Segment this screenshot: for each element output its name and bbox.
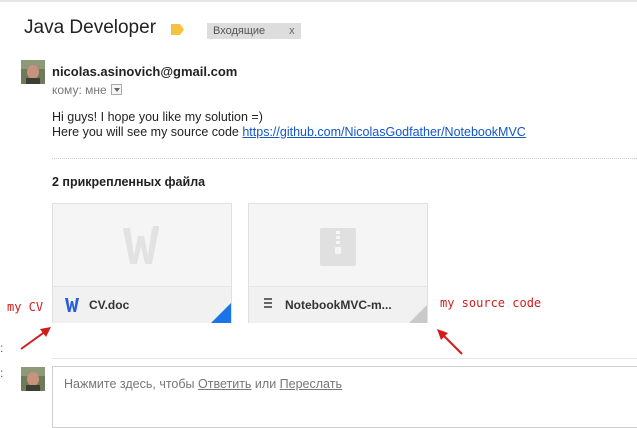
annotation-my-cv: my CV [7, 300, 44, 314]
user-avatar [21, 367, 45, 391]
attachment-filename: CV.doc [89, 298, 130, 312]
attachment-card-cv[interactable]: CV.doc [52, 203, 232, 323]
body-line-2-text: Here you will see my source code [52, 125, 243, 139]
download-corner-icon[interactable] [409, 305, 427, 323]
word-icon [65, 298, 79, 312]
recipient-label: кому: мне [52, 83, 107, 97]
reply-prompt-middle: или [251, 377, 280, 391]
remove-label-button[interactable]: x [289, 25, 295, 37]
body-line-1: Hi guys! I hope you like my solution =) [52, 110, 263, 124]
archive-icon [264, 298, 272, 308]
word-w-preview-icon [123, 226, 159, 264]
attachments-title: 2 прикрепленных файла [52, 175, 206, 189]
attachment-filename: NotebookMVC-m... [285, 298, 392, 312]
body-line-2: Here you will see my source code https:/… [52, 125, 526, 140]
attachment-info-bar: NotebookMVC-m... [249, 286, 427, 323]
reply-prompt-prefix: Нажмите здесь, чтобы [64, 377, 199, 391]
left-edge-fragment: : [0, 341, 4, 355]
label-tag-icon[interactable] [171, 24, 184, 35]
attachment-preview [249, 204, 427, 286]
word-corner-icon [211, 303, 231, 323]
left-edge-fragment: : [0, 366, 4, 380]
forward-link[interactable]: Переслать [280, 377, 342, 391]
attachment-preview [53, 204, 231, 286]
attachment-card-notebookmvc[interactable]: NotebookMVC-m... [248, 203, 428, 323]
top-divider [0, 0, 637, 2]
reply-prompt: Нажмите здесь, чтобы Ответить или Пересл… [64, 377, 342, 391]
sender-email[interactable]: nicolas.asinovich@gmail.com [52, 64, 237, 79]
sender-avatar [21, 60, 45, 84]
attachments-divider [52, 158, 637, 159]
thread-subject: Java Developer [24, 17, 157, 38]
red-arrow-icon [437, 329, 463, 355]
attachment-info-bar: CV.doc [53, 286, 231, 323]
details-dropdown-icon[interactable] [110, 84, 122, 96]
annotation-my-source-code: my source code [440, 296, 542, 310]
inbox-label-chip[interactable]: Входящие x [207, 23, 301, 39]
reply-divider [52, 358, 637, 359]
message-body: Hi guys! I hope you like my solution =) … [52, 110, 526, 140]
recipient-line: кому: мне [52, 83, 122, 97]
zip-preview-icon [320, 228, 356, 266]
reply-link[interactable]: Ответить [198, 377, 251, 391]
reply-box[interactable]: Нажмите здесь, чтобы Ответить или Пересл… [52, 366, 637, 428]
github-link[interactable]: https://github.com/NicolasGodfather/Note… [242, 125, 525, 139]
inbox-label-text: Входящие [213, 25, 266, 37]
red-arrow-icon [20, 327, 51, 350]
